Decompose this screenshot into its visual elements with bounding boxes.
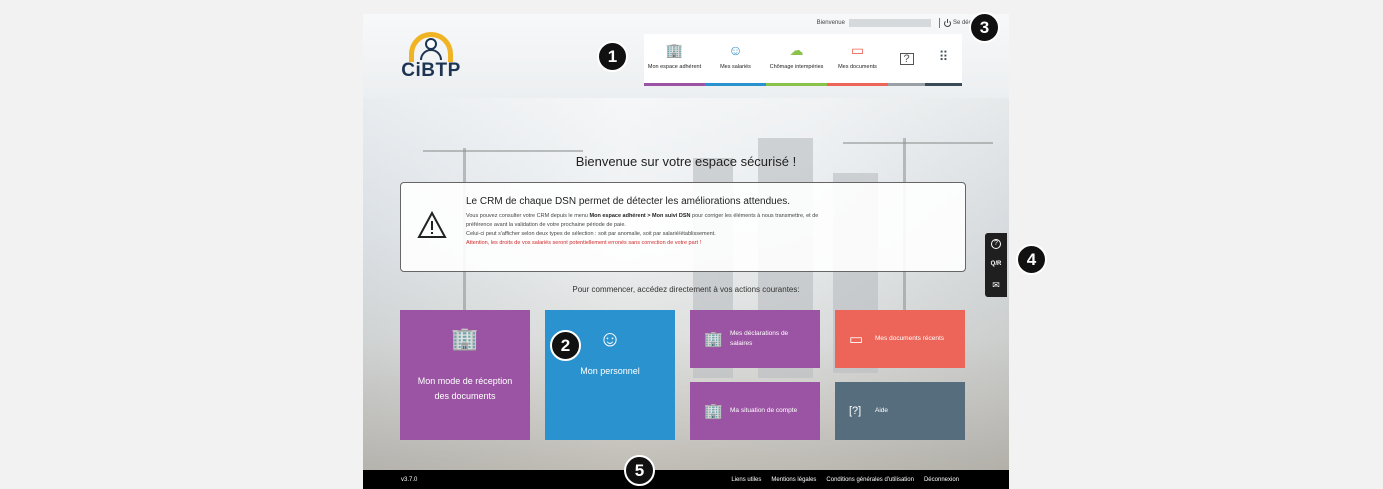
footer-link-deconnexion[interactable]: Déconnexion xyxy=(924,477,959,483)
dsn-alert-box: Le CRM de chaque DSN permet de détecter … xyxy=(400,182,966,272)
bg-crane xyxy=(843,142,993,144)
alert-line-1: Vous pouvez consulter votre CRM depuis l… xyxy=(466,212,818,220)
footer-link-mentions-legales[interactable]: Mentions légales xyxy=(771,477,816,483)
alert-line-2: préférence avant la validation de votre … xyxy=(466,222,626,228)
nav-apps[interactable]: ⠿ xyxy=(925,34,962,86)
tile-situation-compte[interactable]: 🏢 Ma situation de compte xyxy=(690,382,820,440)
actions-subtitle: Pour commencer, accédez directement à vo… xyxy=(572,285,800,294)
annotation-badge-4: 4 xyxy=(1016,244,1047,275)
building-icon: 🏢 xyxy=(451,326,479,351)
qr-button[interactable]: Q/R xyxy=(991,261,1002,267)
help-icon: [?] xyxy=(849,405,862,417)
building-icon: 🏢 xyxy=(665,42,684,58)
tile-label: Mon mode de réception des documents xyxy=(417,376,513,401)
bg-crane xyxy=(423,150,583,152)
tile-aide[interactable]: [?] Aide xyxy=(835,382,965,440)
tile-mode-reception[interactable]: 🏢 Mon mode de réception des documents xyxy=(400,310,530,440)
nav-documents[interactable]: ▭ Mes documents xyxy=(827,34,888,86)
divider xyxy=(938,18,940,28)
weather-icon: ☁ xyxy=(789,42,804,58)
warning-icon xyxy=(417,211,447,238)
users-icon: ☺ xyxy=(728,42,743,58)
nav-label: Mes documents xyxy=(838,64,877,70)
nav-espace-adherent[interactable]: 🏢 Mon espace adhérent xyxy=(644,34,705,86)
building-icon: 🏢 xyxy=(704,331,723,348)
nav-label: Mes salariés xyxy=(720,64,751,70)
nav-chomage-intemperies[interactable]: ☁ Chômage intempéries xyxy=(766,34,827,86)
footer: v3.7.0 Liens utiles Mentions légales Con… xyxy=(363,470,1009,489)
alert-menu-path: Mon espace adhérent > Mon suivi DSN xyxy=(589,213,691,219)
folder-icon: ▭ xyxy=(850,42,865,58)
nav-label: Chômage intempéries xyxy=(769,64,824,70)
annotation-badge-2: 2 xyxy=(550,330,581,361)
alert-warning-line: Attention, les droits de vos salariés se… xyxy=(466,240,702,246)
app-window: CiBTP Bienvenue Se déconnecter 🏢 Mon esp… xyxy=(363,14,1009,489)
tile-documents-recents[interactable]: ▭ Mes documents récents xyxy=(835,310,965,368)
apps-grid-icon: ⠿ xyxy=(938,48,949,64)
alert-text: Vous pouvez consulter votre CRM depuis l… xyxy=(466,213,590,219)
help-icon: ? xyxy=(899,52,914,65)
alert-text: pour corriger les éléments à nous transm… xyxy=(690,213,819,219)
alert-title: Le CRM de chaque DSN permet de détecter … xyxy=(466,196,791,207)
app-version: v3.7.0 xyxy=(401,477,418,483)
main-nav: 🏢 Mon espace adhérent ☺ Mes salariés ☁ C… xyxy=(644,34,962,86)
tile-label: Mes documents récents xyxy=(875,335,945,342)
footer-link-cgu[interactable]: Conditions générales d'utilisation xyxy=(826,477,914,483)
users-icon: ☺ xyxy=(598,326,622,351)
welcome-text: Bienvenue xyxy=(816,20,845,26)
building-icon: 🏢 xyxy=(704,403,723,420)
alert-line-3: Celui-ci peut s'afficher selon deux type… xyxy=(466,231,716,237)
tile-label: Mes déclarations de salaires xyxy=(730,330,789,347)
annotation-badge-1: 1 xyxy=(597,41,628,72)
nav-label: Mon espace adhérent xyxy=(647,64,702,70)
tile-declarations-salaires[interactable]: 🏢 Mes déclarations de salaires xyxy=(690,310,820,368)
annotation-badge-5: 5 xyxy=(624,455,655,486)
nav-help[interactable]: ? xyxy=(888,34,925,86)
tile-label: Mon personnel xyxy=(580,366,640,376)
header: CiBTP Bienvenue Se déconnecter 🏢 Mon esp… xyxy=(363,14,1009,98)
nav-salaries[interactable]: ☺ Mes salariés xyxy=(705,34,766,86)
help-circle-icon[interactable]: ? xyxy=(991,239,1001,250)
power-icon xyxy=(943,18,951,27)
tile-label: Aide xyxy=(875,407,889,414)
side-toolbar: ? Q/R ✉ xyxy=(985,233,1007,297)
annotation-badge-3: 3 xyxy=(969,12,1000,43)
folder-icon: ▭ xyxy=(849,331,864,348)
tile-label: Ma situation de compte xyxy=(730,407,798,414)
mail-icon[interactable]: ✉ xyxy=(992,280,1000,291)
user-name-redacted xyxy=(848,19,931,27)
welcome-banner: Bienvenue sur votre espace sécurisé ! xyxy=(575,154,797,169)
logo-text: CiBTP xyxy=(401,60,461,81)
footer-link-liens-utiles[interactable]: Liens utiles xyxy=(731,477,761,483)
cibtp-logo[interactable]: CiBTP xyxy=(399,30,463,86)
footer-links: Liens utiles Mentions légales Conditions… xyxy=(731,477,959,483)
